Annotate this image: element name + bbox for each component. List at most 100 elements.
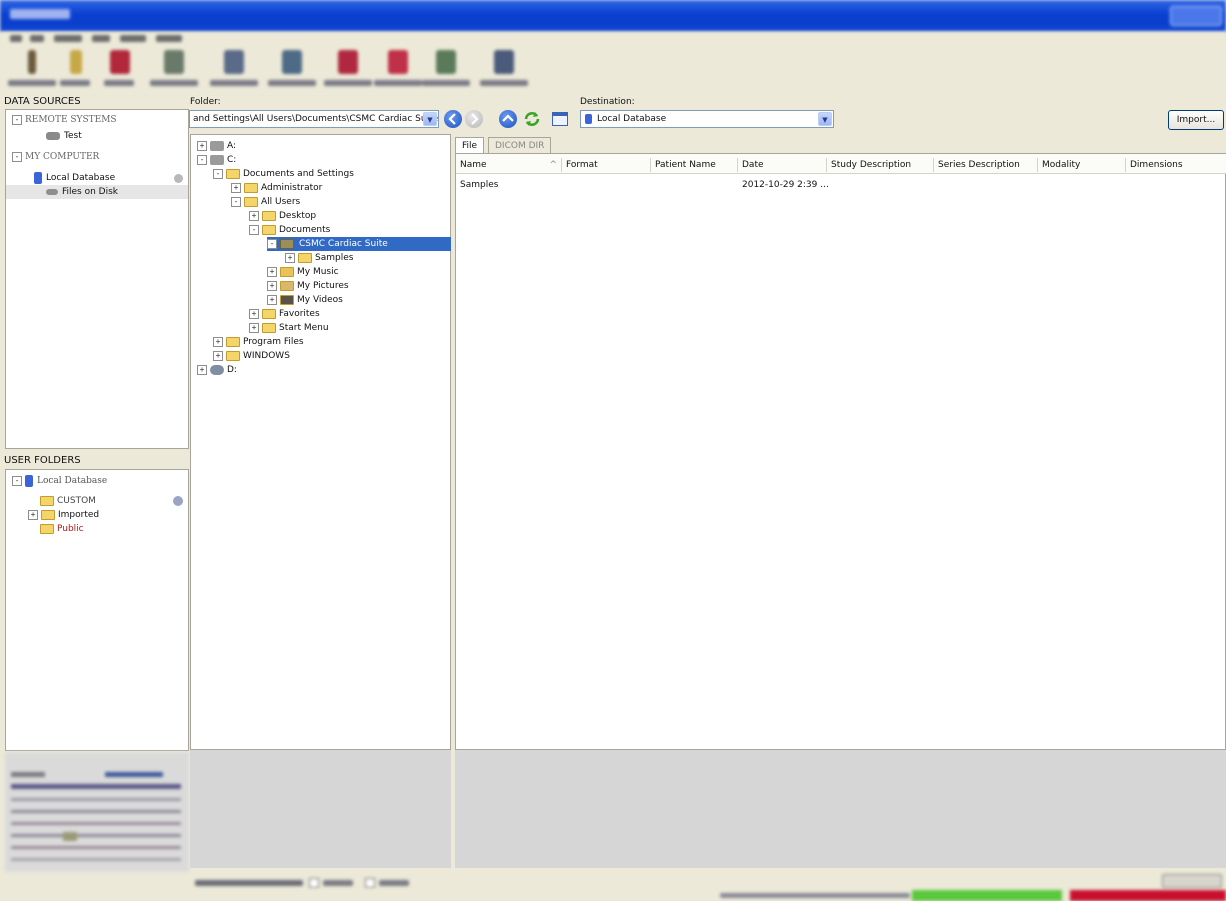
expand-icon[interactable]: +: [213, 350, 223, 361]
column-header-name[interactable]: Name ^: [456, 158, 562, 172]
chevron-down-icon[interactable]: ▼: [423, 112, 437, 126]
folder-path-value: and Settings\All Users\Documents\CSMC Ca…: [193, 114, 439, 124]
user-folder-public[interactable]: Public: [40, 522, 84, 536]
menu-item[interactable]: [54, 35, 82, 42]
user-folders-tree: - Local Database CUSTOM + Imported Public: [5, 469, 189, 751]
tree-node-start-menu[interactable]: + Start Menu: [249, 321, 329, 335]
window-title-bar[interactable]: [0, 0, 1226, 32]
forward-icon[interactable]: [465, 110, 483, 128]
collapse-icon[interactable]: -: [249, 224, 259, 235]
destination-combo[interactable]: Local Database ▼: [580, 110, 834, 128]
menu-item[interactable]: [30, 35, 44, 42]
tree-node-desktop[interactable]: + Desktop: [249, 209, 316, 223]
tree-node-label: Samples: [315, 253, 354, 263]
tree-node-my-music[interactable]: + My Music: [267, 265, 339, 279]
remote-item-test[interactable]: Test: [46, 129, 82, 143]
toolbar-button[interactable]: [264, 50, 320, 92]
collapse-icon[interactable]: -: [12, 114, 22, 125]
column-header-series-description[interactable]: Series Description: [934, 158, 1038, 172]
calendar-widget[interactable]: [5, 752, 189, 872]
menu-bar: [0, 32, 1226, 46]
tree-node-documents-and-settings[interactable]: - Documents and Settings: [213, 167, 354, 181]
user-folder-custom[interactable]: CUSTOM: [40, 494, 185, 508]
tree-node-csmc-cardiac-suite[interactable]: - CSMC Cardiac Suite: [267, 237, 451, 251]
local-database-node[interactable]: - Local Database: [12, 474, 107, 488]
checkbox-label: [379, 880, 409, 886]
tree-node-a-drive[interactable]: + A:: [197, 139, 236, 153]
column-header-dimensions[interactable]: Dimensions: [1126, 158, 1226, 172]
toolbar-button[interactable]: [418, 50, 474, 92]
tree-node-label: My Music: [297, 267, 339, 277]
calendar-nav[interactable]: [105, 772, 163, 777]
expand-icon[interactable]: +: [213, 336, 223, 347]
checkbox[interactable]: [365, 878, 375, 888]
tree-node-program-files[interactable]: + Program Files: [213, 335, 304, 349]
tree-node-my-videos[interactable]: + My Videos: [267, 293, 343, 307]
collapse-icon[interactable]: -: [213, 168, 223, 179]
toolbar-button[interactable]: [206, 50, 262, 92]
import-button[interactable]: Import...: [1168, 110, 1224, 130]
local-database-item[interactable]: Local Database: [34, 171, 184, 185]
expand-icon[interactable]: +: [267, 266, 277, 277]
collapse-icon[interactable]: -: [12, 151, 22, 162]
tree-node-favorites[interactable]: + Favorites: [249, 307, 320, 321]
tree-node-all-users[interactable]: - All Users: [231, 195, 300, 209]
up-folder-icon[interactable]: [499, 110, 517, 128]
folder-icon: [244, 196, 258, 207]
expand-icon[interactable]: +: [249, 322, 259, 333]
toolbar-button[interactable]: [146, 50, 202, 92]
report-icon: [338, 50, 358, 74]
tree-node-windows[interactable]: + WINDOWS: [213, 349, 290, 363]
menu-item[interactable]: [10, 35, 22, 42]
tree-node-my-pictures[interactable]: + My Pictures: [267, 279, 349, 293]
menu-item[interactable]: [92, 35, 110, 42]
column-header-study-description[interactable]: Study Description: [827, 158, 934, 172]
expand-icon[interactable]: +: [231, 182, 241, 193]
calendar-today[interactable]: [63, 832, 77, 841]
expand-icon[interactable]: +: [249, 308, 259, 319]
data-sources-tree: - REMOTE SYSTEMS Test - MY COMPUTER Local …: [5, 109, 189, 449]
tree-node-administrator[interactable]: + Administrator: [231, 181, 322, 195]
checkbox[interactable]: [309, 878, 319, 888]
tree-node-documents[interactable]: - Documents: [249, 223, 330, 237]
toolbar-button[interactable]: [92, 50, 148, 92]
expand-icon[interactable]: +: [197, 364, 207, 375]
column-header-patient-name[interactable]: Patient Name: [651, 158, 738, 172]
back-icon[interactable]: [444, 110, 462, 128]
menu-item[interactable]: [120, 35, 146, 42]
toolbar-button[interactable]: [320, 50, 376, 92]
collapse-icon[interactable]: -: [197, 154, 207, 165]
expand-icon[interactable]: +: [28, 509, 38, 520]
refresh-icon[interactable]: [523, 110, 541, 128]
column-header-modality[interactable]: Modality: [1038, 158, 1126, 172]
tree-node-d-drive[interactable]: + D:: [197, 363, 237, 377]
tree-node-c-drive[interactable]: - C:: [197, 153, 236, 167]
my-computer-label: MY COMPUTER: [25, 152, 100, 162]
expand-icon[interactable]: +: [267, 280, 277, 291]
remote-systems-node[interactable]: - REMOTE SYSTEMS: [12, 113, 117, 127]
status-dot-icon: [174, 174, 183, 183]
expand-icon[interactable]: +: [285, 252, 295, 263]
tree-node-samples[interactable]: + Samples: [285, 251, 353, 265]
expand-icon[interactable]: +: [197, 140, 207, 151]
status-ok-indicator: [912, 890, 1062, 901]
column-header-format[interactable]: Format: [562, 158, 651, 172]
folder-path-combo[interactable]: and Settings\All Users\Documents\CSMC Ca…: [189, 110, 439, 128]
expand-icon[interactable]: +: [249, 210, 259, 221]
column-header-date[interactable]: Date: [738, 158, 827, 172]
chevron-down-icon[interactable]: ▼: [818, 112, 832, 126]
expand-icon[interactable]: +: [267, 294, 277, 305]
user-folder-imported[interactable]: + Imported: [28, 508, 99, 522]
collapse-icon[interactable]: -: [267, 238, 277, 249]
window-controls[interactable]: [1170, 6, 1222, 26]
menu-item[interactable]: [156, 35, 182, 42]
new-window-icon[interactable]: [552, 112, 568, 126]
collapse-icon[interactable]: -: [12, 475, 22, 486]
my-computer-node[interactable]: - MY COMPUTER: [12, 150, 99, 164]
network-icon: [46, 131, 60, 140]
toolbar-button[interactable]: [476, 50, 532, 92]
action-button[interactable]: [1162, 874, 1222, 888]
tab-dicom-dir[interactable]: DICOM DIR: [488, 137, 552, 154]
files-on-disk-item[interactable]: Files on Disk: [6, 185, 188, 199]
collapse-icon[interactable]: -: [231, 196, 241, 207]
